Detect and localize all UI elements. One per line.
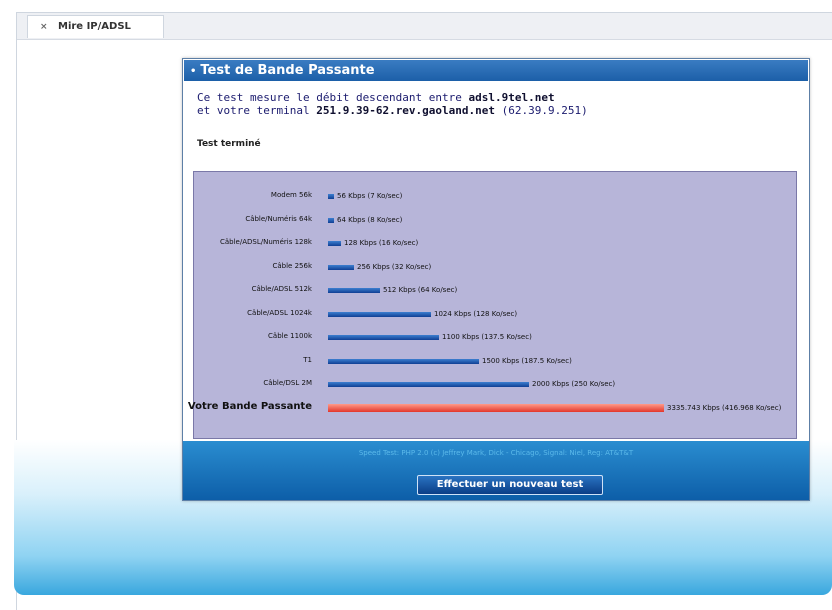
test-description: Ce test mesure le débit descendant entre… (197, 91, 588, 117)
bandwidth-chart: Modem 56k 56 Kbps (7 Ko/sec) Câble/Numéris… (188, 171, 797, 439)
bandwidth-bar (328, 311, 431, 317)
bandwidth-bar (328, 358, 479, 364)
value-label: 64 Kbps (8 Ko/sec) (337, 215, 403, 224)
dialog-title: Test de Bande Passante (200, 63, 375, 78)
dialog-footer: Speed Test: PHP 2.0 (c) Jeffrey Mark, Di… (183, 441, 809, 500)
bandwidth-bar (328, 217, 334, 223)
desc-line-2-text: et votre terminal (197, 104, 317, 117)
bandwidth-bar (328, 335, 439, 340)
close-icon[interactable]: × (40, 16, 48, 38)
new-test-button[interactable]: Effectuer un nouveau test (417, 475, 603, 495)
value-label: 2000 Kbps (250 Ko/sec) (532, 380, 616, 388)
category-label: T1 (303, 355, 312, 364)
dialog-title-bar: • Test de Bande Passante (184, 60, 808, 81)
value-label: 512 Kbps (64 Ko/sec) (383, 286, 458, 294)
desc-host: adsl.9tel.net (468, 91, 555, 104)
category-label: Câble/Numéris 64k (245, 214, 312, 223)
bandwidth-bar (328, 241, 341, 246)
category-label: Câble/ADSL 512k (251, 285, 312, 293)
bandwidth-bar (328, 382, 529, 387)
value-label: 3335.743 Kbps (416.968 Ko/sec) (667, 403, 782, 412)
bandwidth-test-dialog: • Test de Bande Passante Ce test mesure l… (182, 58, 810, 501)
category-label: Câble/ADSL 1024k (247, 308, 312, 317)
value-label: 128 Kbps (16 Ko/sec) (344, 239, 419, 247)
category-label: Câble 256k (272, 261, 312, 270)
category-label: Modem 56k (270, 191, 312, 199)
desc-line-2: et votre terminal 251.9.39-62.rev.gaolan… (197, 104, 588, 117)
bandwidth-bar (328, 288, 380, 293)
desc-ip: (62.39.9.251) (501, 104, 588, 117)
bandwidth-bar (328, 194, 334, 199)
tab-bar: × Mire IP/ADSL (17, 13, 832, 40)
value-label: 1500 Kbps (187.5 Ko/sec) (482, 356, 572, 365)
test-status: Test terminé (197, 139, 261, 149)
tab-mire-ip-adsl[interactable]: × Mire IP/ADSL (27, 15, 164, 38)
category-label: Câble 1100k (268, 332, 312, 340)
your-bandwidth-bar (328, 403, 664, 412)
category-label: Câble/ADSL/Numéris 128k (219, 238, 312, 246)
value-label: 56 Kbps (7 Ko/sec) (337, 192, 403, 200)
category-label: Câble/DSL 2M (263, 379, 312, 387)
value-label: 1024 Kbps (128 Ko/sec) (434, 309, 518, 318)
tab-label: Mire IP/ADSL (58, 21, 131, 32)
bandwidth-bar (328, 264, 354, 270)
desc-terminal: 251.9.39-62.rev.gaoland.net (316, 104, 496, 117)
desc-line-1-text: Ce test mesure le débit descendant entre (197, 91, 469, 104)
credits-note: Speed Test: PHP 2.0 (c) Jeffrey Mark, Di… (358, 449, 634, 457)
desc-line-1: Ce test mesure le débit descendant entre… (197, 91, 588, 104)
value-label: 1100 Kbps (137.5 Ko/sec) (442, 333, 532, 341)
bullet-icon: • (190, 66, 197, 77)
value-label: 256 Kbps (32 Ko/sec) (357, 262, 432, 271)
your-bandwidth-label: Votre Bande Passante (187, 400, 312, 412)
